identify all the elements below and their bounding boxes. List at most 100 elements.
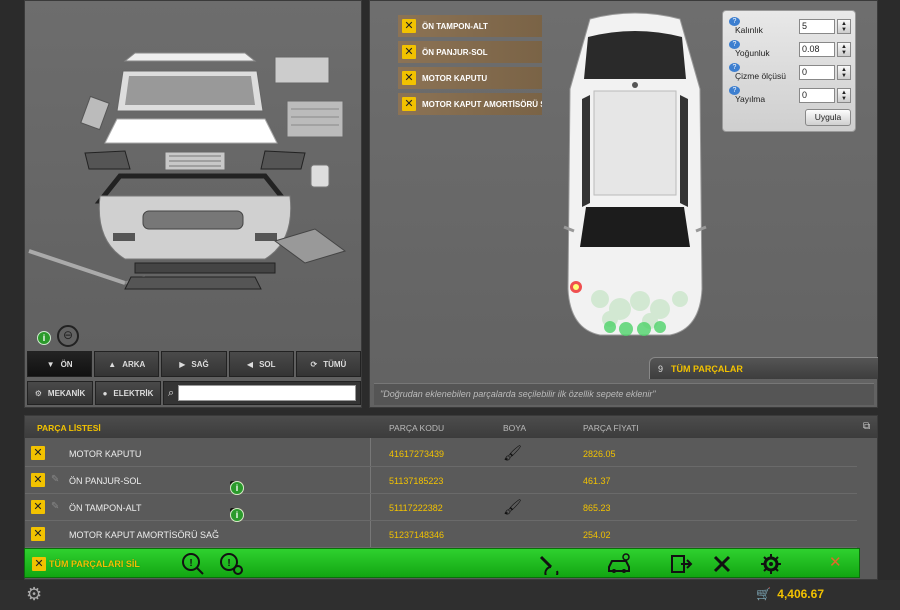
exploded-parts-panel: i ⊖ ▼ ÖN ▲ ARKA ▶ SAĞ ◀ SOL ⟳ TÜMÜ ⚙ MEKANİK ●…	[24, 0, 362, 408]
remove-row-icon[interactable]: ✕	[31, 500, 45, 514]
view-right-button[interactable]: ▶ SAĞ	[161, 351, 227, 377]
view-left-button[interactable]: ◀ SOL	[228, 351, 294, 377]
cart-total[interactable]: 🛒 4,406.67	[756, 587, 824, 601]
action-bar: ✕ TÜM PARÇALARI SİL ! ! ✕	[24, 548, 860, 578]
selected-part-tag[interactable]: ✕ MOTOR KAPUTU	[398, 67, 542, 89]
gear-icon[interactable]	[759, 553, 783, 575]
electric-button[interactable]: ● ELEKTRİK	[95, 381, 161, 405]
view-rear-label: ARKA	[122, 359, 146, 369]
thickness-row: ? Kalınlık 5 ▲ ▼	[729, 17, 853, 35]
tools-icon[interactable]	[711, 553, 735, 575]
spread-stepper[interactable]: ▲ ▼	[837, 88, 851, 103]
car-top-view[interactable]	[560, 9, 710, 339]
exhaust-part[interactable]	[80, 95, 110, 131]
spread-field[interactable]: 0	[799, 88, 835, 103]
car-settings-icon[interactable]	[607, 553, 631, 575]
paint-brush-icon[interactable]: 🖌	[503, 498, 522, 516]
remove-row-icon[interactable]: ✕	[31, 527, 45, 541]
chevron-right-icon: ▶	[179, 359, 186, 369]
view-nav-row: ▼ ÖN ▲ ARKA ▶ SAĞ ◀ SOL ⟳ TÜMÜ	[27, 351, 362, 377]
pencil-icon[interactable]: ✎	[51, 474, 63, 486]
hood-part[interactable]	[104, 118, 278, 144]
paint-settings-box: ? Kalınlık 5 ▲ ▼ ? Yoğunluk 0.08 ▲ ▼ ? Çiz…	[722, 10, 856, 132]
remove-part-icon[interactable]: ✕	[402, 19, 416, 33]
headlight-left-part[interactable]	[84, 150, 131, 170]
selected-part-label: MOTOR KAPUTU	[422, 73, 488, 83]
export-icon[interactable]	[669, 553, 693, 575]
warning-settings-icon[interactable]: !	[219, 553, 243, 575]
row-name: ÖN PANJUR-SOL	[69, 476, 142, 486]
bumper-lower-part[interactable]	[134, 262, 276, 274]
exploded-car-diagram[interactable]	[25, 1, 363, 321]
info-icon[interactable]: i	[37, 331, 51, 345]
remove-part-icon[interactable]: ✕	[402, 71, 416, 85]
chevron-up-icon: ▲	[108, 359, 117, 369]
headlight-right-part[interactable]	[260, 150, 306, 170]
table-row[interactable]: ✕ MOTOR KAPUTU 41617273439 🖌 2826.05	[25, 440, 857, 467]
gear-icon: ⚙	[34, 388, 42, 398]
bulb-icon: ●	[102, 388, 108, 398]
selected-part-tag[interactable]: ✕ ÖN PANJUR-SOL	[398, 41, 542, 63]
row-name: ÖN TAMPON-ALT	[69, 503, 142, 513]
clear-all-button[interactable]: TÜM PARÇALARI SİL	[49, 559, 140, 569]
draw-size-stepper[interactable]: ▲ ▼	[837, 65, 851, 80]
search-input[interactable]	[178, 385, 356, 401]
density-stepper[interactable]: ▲ ▼	[837, 42, 851, 57]
engine-icon[interactable]: ⚙	[26, 584, 42, 605]
selected-part-label: ÖN PANJUR-SOL	[422, 47, 488, 57]
info-icon[interactable]: i	[230, 481, 244, 495]
row-price: 254.02	[583, 530, 611, 540]
remove-part-icon[interactable]: ✕	[402, 45, 416, 59]
selected-part-label: MOTOR KAPUT AMORTİSÖRÜ SAĞ	[422, 99, 542, 109]
chevron-down-icon: ▼	[46, 359, 55, 369]
search-info-icon[interactable]: !	[181, 553, 205, 575]
pencil-icon[interactable]: ✎	[51, 501, 63, 513]
remove-row-icon[interactable]: ✕	[31, 473, 45, 487]
paint-brush-icon[interactable]: 🖌	[503, 444, 522, 462]
selected-part-tag[interactable]: ✕ ÖN TAMPON-ALT	[398, 15, 542, 37]
parts-list-header: PARÇA LİSTESİ PARÇA KODU BOYA PARÇA FİYA…	[25, 416, 877, 438]
row-price: 461.37	[583, 476, 611, 486]
info-icon[interactable]: i	[230, 508, 244, 522]
reservoir-part[interactable]	[310, 164, 330, 188]
table-row[interactable]: ✕ ✎ ÖN TAMPON-ALT 3 i 51117222382 🖌 865.…	[25, 494, 857, 522]
spread-label: Yayılma	[735, 94, 766, 104]
view-front-label: ÖN	[60, 359, 73, 369]
parts-list-title: PARÇA LİSTESİ	[37, 423, 101, 433]
footer-bar: ⚙ 🛒 4,406.67	[0, 580, 900, 610]
selected-parts-list: ✕ ÖN TAMPON-ALT ✕ ÖN PANJUR-SOL ✕ MOTOR KAP…	[398, 15, 542, 119]
thickness-field[interactable]: 5	[799, 19, 835, 34]
expand-icon[interactable]: ⧉	[863, 421, 870, 432]
radiator-top-part[interactable]	[274, 56, 330, 84]
density-row: ? Yoğunluk 0.08 ▲ ▼	[729, 40, 853, 58]
row-name: MOTOR KAPUTU	[69, 449, 142, 459]
table-row[interactable]: ✕ MOTOR KAPUT AMORTİSÖRÜ SAĞ 51237148346…	[25, 521, 857, 548]
category-nav-row: ⚙ MEKANİK ● ELEKTRİK ⌕	[27, 381, 361, 405]
refresh-icon: ⟳	[310, 359, 318, 369]
clear-all-icon[interactable]: ✕	[32, 557, 46, 571]
radiator-part[interactable]	[286, 100, 344, 138]
thickness-stepper[interactable]: ▲ ▼	[837, 19, 851, 34]
light-toggle-icon[interactable]: ⊖	[57, 325, 79, 347]
remove-part-icon[interactable]: ✕	[402, 97, 416, 111]
view-front-button[interactable]: ▼ ÖN	[27, 351, 93, 377]
view-all-button[interactable]: ⟳ TÜMÜ	[295, 351, 362, 377]
close-icon[interactable]: ✕	[829, 553, 842, 571]
steering-rack-part[interactable]	[28, 249, 126, 285]
selected-part-tag[interactable]: ✕ MOTOR KAPUT AMORTİSÖRÜ SAĞ	[398, 93, 542, 115]
draw-size-field[interactable]: 0	[799, 65, 835, 80]
tab-all-parts[interactable]: 9 TÜM PARÇALAR	[649, 357, 878, 379]
table-row[interactable]: ✕ ✎ ÖN PANJUR-SOL 2 i 51137185223 461.37	[25, 467, 857, 495]
view-left-label: SOL	[259, 359, 276, 369]
mechanical-button[interactable]: ⚙ MEKANİK	[27, 381, 93, 405]
roof-part[interactable]	[123, 52, 257, 62]
row-price: 865.23	[583, 503, 611, 513]
undo-paint-icon[interactable]	[537, 553, 561, 575]
density-field[interactable]: 0.08	[799, 42, 835, 57]
remove-row-icon[interactable]: ✕	[31, 446, 45, 460]
view-all-label: TÜMÜ	[323, 359, 347, 369]
row-code: 51137185223	[389, 476, 444, 486]
apply-button[interactable]: Uygula	[805, 109, 851, 126]
view-rear-button[interactable]: ▲ ARKA	[94, 351, 160, 377]
col-head-paint: BOYA	[503, 423, 526, 433]
